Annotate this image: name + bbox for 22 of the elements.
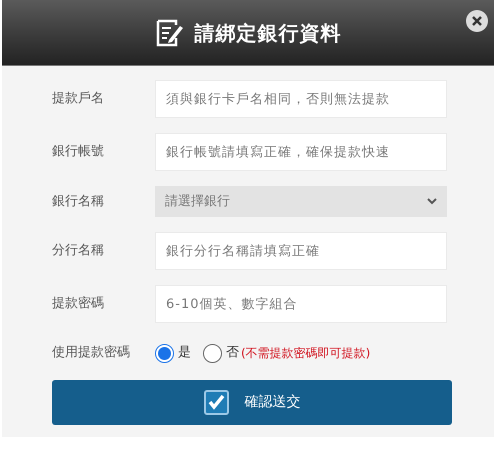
submit-button[interactable]: 確認送交: [52, 380, 452, 425]
input-field[interactable]: 銀行分行名稱請填寫正確: [155, 232, 447, 270]
field-label: 銀行名稱: [52, 192, 105, 211]
field-label: 使用提款密碼: [52, 344, 131, 362]
field-label: 提款密碼: [52, 295, 105, 314]
field-label: 分行名稱: [52, 242, 105, 260]
close-icon: [472, 16, 482, 26]
edit-icon: [154, 18, 184, 48]
dialog-title: 請綁定銀行資料: [194, 20, 342, 46]
radio-button[interactable]: [203, 344, 222, 362]
field-label: 銀行帳號: [52, 143, 105, 162]
input-field[interactable]: 須與銀行卡戶名相同，否則無法提款: [155, 80, 447, 118]
chevron-down-icon: [427, 198, 437, 205]
checkbox-icon: [204, 390, 228, 415]
input-field[interactable]: 6-10個英、數字組合: [155, 285, 447, 323]
input-field[interactable]: 銀行帳號請填寫正確，確保提款快速: [155, 133, 447, 171]
radio-option[interactable]: 否: [203, 343, 239, 363]
field-label: 提款戶名: [52, 90, 105, 108]
close-button[interactable]: [466, 10, 488, 32]
radio-button[interactable]: [155, 344, 174, 362]
radio-option[interactable]: 是: [155, 343, 191, 363]
note-text: (不需提款密碼即可提款): [241, 345, 370, 362]
